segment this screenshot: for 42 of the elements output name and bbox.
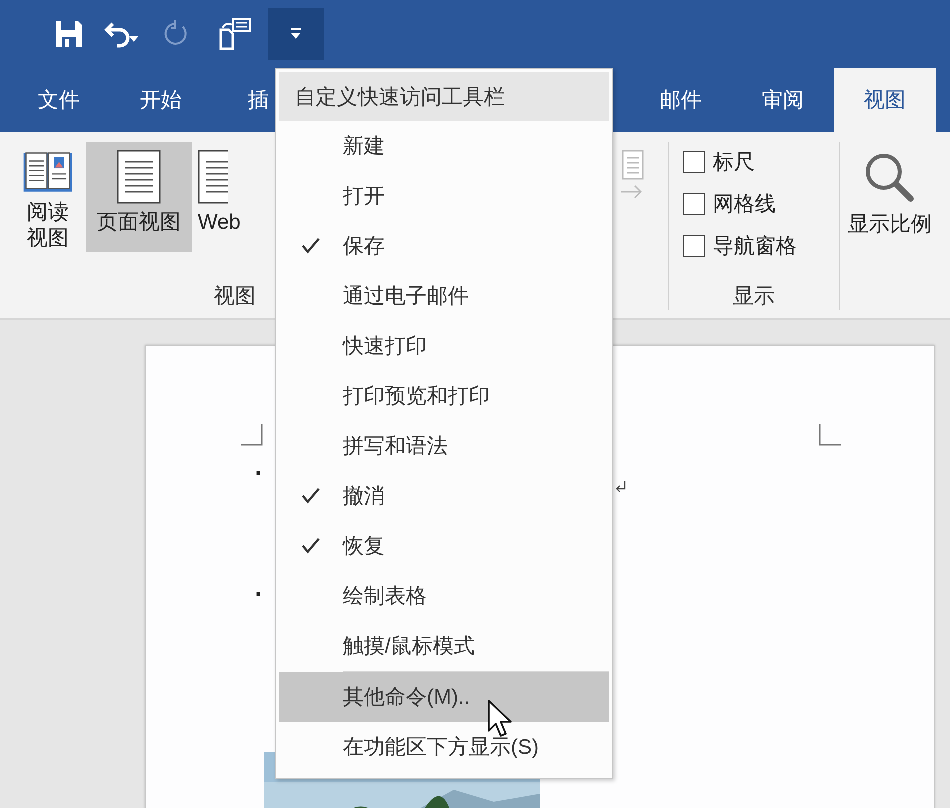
dropdown-icon — [289, 27, 303, 41]
checkbox-label[interactable]: 导航窗格 — [713, 232, 797, 260]
menu-item[interactable]: 在功能区下方显示(S) — [279, 722, 609, 772]
checkbox[interactable] — [683, 151, 705, 173]
menu-item[interactable]: 恢复 — [279, 521, 609, 571]
page-icon — [117, 150, 161, 204]
read-mode-button[interactable]: 阅读视图 — [10, 142, 86, 252]
checkmark-icon — [301, 487, 321, 505]
menu-item[interactable]: 打开 — [279, 171, 609, 221]
menu-item[interactable]: 保存 — [279, 221, 609, 271]
menu-item[interactable]: 撤消 — [279, 471, 609, 521]
ribbon-tab[interactable]: 审阅 — [732, 68, 834, 132]
ribbon-tab[interactable]: 视图 — [834, 68, 936, 132]
menu-item[interactable]: 绘制表格 — [279, 571, 609, 621]
menu-item[interactable]: 快速打印 — [279, 321, 609, 371]
checkbox-label[interactable]: 标尺 — [713, 148, 755, 176]
menu-item[interactable]: 新建 — [279, 121, 609, 171]
menu-item[interactable]: 触摸/鼠标模式 — [279, 621, 609, 671]
bullet: · — [255, 458, 264, 489]
checkmark-icon — [301, 237, 321, 255]
menu-item[interactable]: 拼写和语法 — [279, 421, 609, 471]
web-layout-button[interactable]: Web — [192, 142, 245, 252]
print-layout-button[interactable]: 页面视图 — [86, 142, 192, 252]
menu-item[interactable]: 通过电子邮件 — [279, 271, 609, 321]
corner-mark — [241, 424, 263, 446]
ribbon-tab[interactable]: 开始 — [110, 68, 212, 132]
zoom-button[interactable]: 显示比例 — [844, 142, 936, 252]
group-label: 视图 — [214, 284, 256, 310]
ribbon-tab[interactable]: 文件 — [8, 68, 110, 132]
ribbon-tab[interactable]: 邮件 — [630, 68, 732, 132]
checkbox-label[interactable]: 网格线 — [713, 190, 776, 218]
group-label: 显示 — [733, 284, 775, 310]
corner-mark — [819, 424, 841, 446]
ribbon-tab[interactable]: 插 — [248, 68, 269, 132]
bullet: · — [255, 579, 264, 610]
menu-item[interactable]: 打印预览和打印 — [279, 371, 609, 421]
checkbox[interactable] — [683, 235, 705, 257]
checkbox[interactable] — [683, 193, 705, 215]
checkmark-icon — [301, 537, 321, 555]
menu-title: 自定义快速访问工具栏 — [279, 72, 609, 121]
page-icon — [198, 150, 228, 204]
menu-item[interactable]: 其他命令(M).. — [279, 672, 609, 722]
